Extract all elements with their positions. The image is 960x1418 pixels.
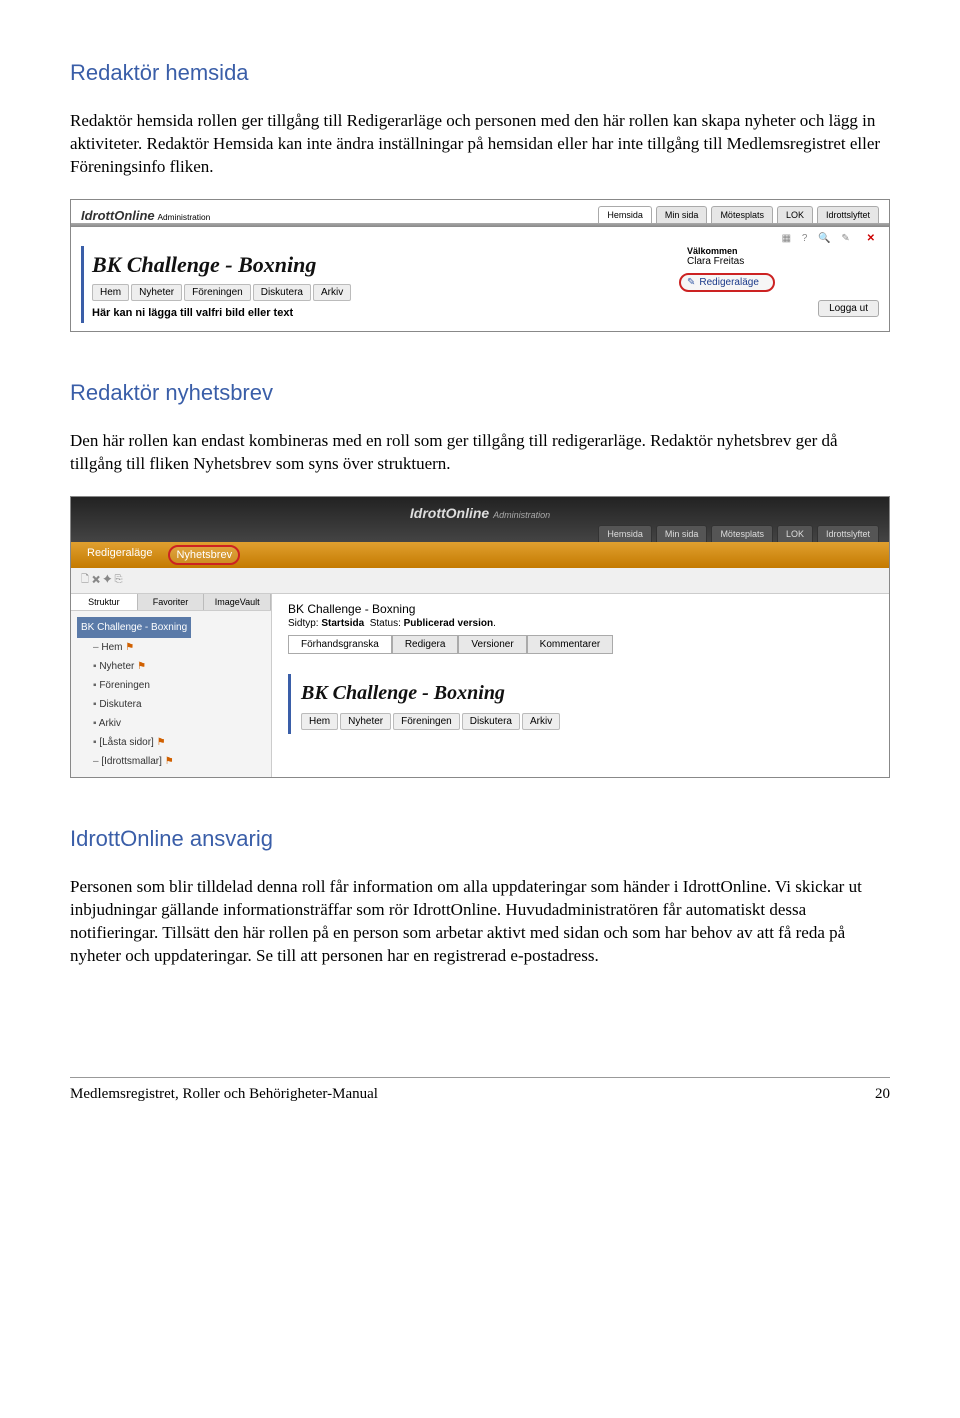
top-tab-row: Hemsida Min sida Mötesplats LOK Idrottsl…	[598, 206, 879, 223]
screenshot-nyhetsbrev: IdrottOnline Administration Hemsida Min …	[70, 496, 890, 778]
nav-arkiv[interactable]: Arkiv	[313, 284, 351, 301]
redigeralage-link[interactable]: Redigeraläge	[679, 273, 775, 292]
preview-nav: Hem Nyheter Föreningen Diskutera Arkiv	[301, 713, 889, 730]
placeholder-text: Här kan ni lägga till valfri bild eller …	[92, 307, 679, 319]
tree-tab-imagevault[interactable]: ImageVault	[204, 594, 271, 610]
ctab-redigera[interactable]: Redigera	[392, 635, 459, 654]
paragraph-redaktor-hemsida: Redaktör hemsida rollen ger tillgång til…	[70, 110, 890, 179]
bar-nyhetsbrev[interactable]: Nyhetsbrev	[168, 545, 240, 565]
tab-hemsida[interactable]: Hemsida	[598, 525, 652, 542]
site-nav: Hem Nyheter Föreningen Diskutera Arkiv	[92, 284, 679, 301]
logo: IdrottOnline Administration	[81, 208, 210, 223]
sidebar-tree: Struktur Favoriter ImageVault BK Challen…	[71, 594, 272, 777]
tab-minsida[interactable]: Min sida	[656, 525, 708, 542]
utility-icons-row[interactable]: ▦ ? 🔍 ✎	[782, 233, 854, 244]
ctab-forhandsgranska[interactable]: Förhandsgranska	[288, 635, 392, 654]
tab-idrottslyftet[interactable]: Idrottslyftet	[817, 525, 879, 542]
tree-item-idrottsmallar[interactable]: [Idrottsmallar] ⚑	[93, 752, 265, 771]
section-redaktor-hemsida: Redaktör hemsida Redaktör hemsida rollen…	[70, 60, 890, 332]
welcome-label: Välkommen	[687, 246, 879, 256]
content-tabs: Förhandsgranska Redigera Versioner Komme…	[288, 635, 889, 654]
nav-foreningen[interactable]: Föreningen	[184, 284, 251, 301]
tab-lok[interactable]: LOK	[777, 206, 813, 223]
flag-icon: ⚑	[125, 642, 134, 653]
tree-item-lastasidor[interactable]: [Låsta sidor] ⚑	[93, 733, 265, 752]
bar-redigeralage[interactable]: Redigeraläge	[81, 545, 158, 565]
welcome-block: Välkommen Clara Freitas	[679, 246, 879, 267]
heading-idrottonline-ansvarig: IdrottOnline ansvarig	[70, 826, 890, 852]
ctab-kommentarer[interactable]: Kommentarer	[527, 635, 614, 654]
tree-tab-favoriter[interactable]: Favoriter	[138, 594, 205, 610]
flag-icon: ⚑	[165, 756, 174, 767]
page-title: BK Challenge - Boxning	[92, 252, 679, 278]
toolbar-icons[interactable]: 🗋 ✖ ✦ ⎘	[71, 568, 889, 594]
flag-icon: ⚑	[137, 661, 146, 672]
paragraph-redaktor-nyhetsbrev: Den här rollen kan endast kombineras med…	[70, 430, 890, 476]
utility-icons: ▦ ? 🔍 ✎ ✕	[71, 227, 889, 246]
mode-bar: Redigeraläge Nyhetsbrev	[71, 542, 889, 568]
page-footer: Medlemsregistret, Roller och Behörighete…	[70, 1077, 890, 1103]
logout-button[interactable]: Logga ut	[818, 300, 879, 317]
preview-title: BK Challenge - Boxning	[301, 682, 889, 705]
pnav-hem[interactable]: Hem	[301, 713, 338, 730]
pnav-diskutera[interactable]: Diskutera	[462, 713, 520, 730]
pnav-foreningen[interactable]: Föreningen	[393, 713, 460, 730]
top-tab-row: Hemsida Min sida Mötesplats LOK Idrottsl…	[71, 525, 889, 542]
tree-item-foreningen[interactable]: Föreningen	[93, 676, 265, 695]
tree-item-arkiv[interactable]: Arkiv	[93, 714, 265, 733]
preview-area: BK Challenge - Boxning Hem Nyheter Fören…	[288, 674, 889, 734]
tab-motesplats[interactable]: Mötesplats	[711, 206, 773, 223]
tab-hemsida[interactable]: Hemsida	[598, 206, 652, 223]
tree-list: BK Challenge - Boxning Hem ⚑ Nyheter ⚑ F…	[71, 611, 271, 777]
tree-root[interactable]: BK Challenge - Boxning	[77, 617, 191, 638]
logo: IdrottOnline Administration	[71, 501, 889, 525]
nav-nyheter[interactable]: Nyheter	[131, 284, 182, 301]
welcome-username: Clara Freitas	[687, 256, 744, 267]
flag-icon: ⚑	[157, 737, 166, 748]
content-page-title: BK Challenge - Boxning	[288, 602, 889, 616]
tree-item-nyheter[interactable]: Nyheter ⚑	[93, 657, 265, 676]
tab-minsida[interactable]: Min sida	[656, 206, 708, 223]
pnav-arkiv[interactable]: Arkiv	[522, 713, 560, 730]
screenshot-hemsida: IdrottOnline Administration Hemsida Min …	[70, 199, 890, 332]
content-pane: BK Challenge - Boxning Sidtyp: Startsida…	[272, 594, 889, 777]
tree-item-diskutera[interactable]: Diskutera	[93, 695, 265, 714]
tab-motesplats[interactable]: Mötesplats	[711, 525, 773, 542]
pnav-nyheter[interactable]: Nyheter	[340, 713, 391, 730]
ctab-versioner[interactable]: Versioner	[458, 635, 526, 654]
paragraph-idrottonline-ansvarig: Personen som blir tilldelad denna roll f…	[70, 876, 890, 968]
close-icon[interactable]: ✕	[867, 233, 879, 244]
tree-item-hem[interactable]: Hem ⚑	[93, 638, 265, 657]
nav-hem[interactable]: Hem	[92, 284, 129, 301]
heading-redaktor-hemsida: Redaktör hemsida	[70, 60, 890, 86]
tab-idrottslyftet[interactable]: Idrottslyftet	[817, 206, 879, 223]
footer-title: Medlemsregistret, Roller och Behörighete…	[70, 1086, 378, 1103]
section-redaktor-nyhetsbrev: Redaktör nyhetsbrev Den här rollen kan e…	[70, 380, 890, 778]
tab-lok[interactable]: LOK	[777, 525, 813, 542]
content-meta: Sidtyp: Startsida Status: Publicerad ver…	[288, 618, 889, 629]
footer-page-number: 20	[875, 1086, 890, 1103]
nav-diskutera[interactable]: Diskutera	[253, 284, 311, 301]
toolbar-icons-glyphs[interactable]: 🗋 ✖ ✦ ⎘	[81, 574, 123, 585]
heading-redaktor-nyhetsbrev: Redaktör nyhetsbrev	[70, 380, 890, 406]
tree-tab-struktur[interactable]: Struktur	[71, 594, 138, 610]
section-idrottonline-ansvarig: IdrottOnline ansvarig Personen som blir …	[70, 826, 890, 968]
